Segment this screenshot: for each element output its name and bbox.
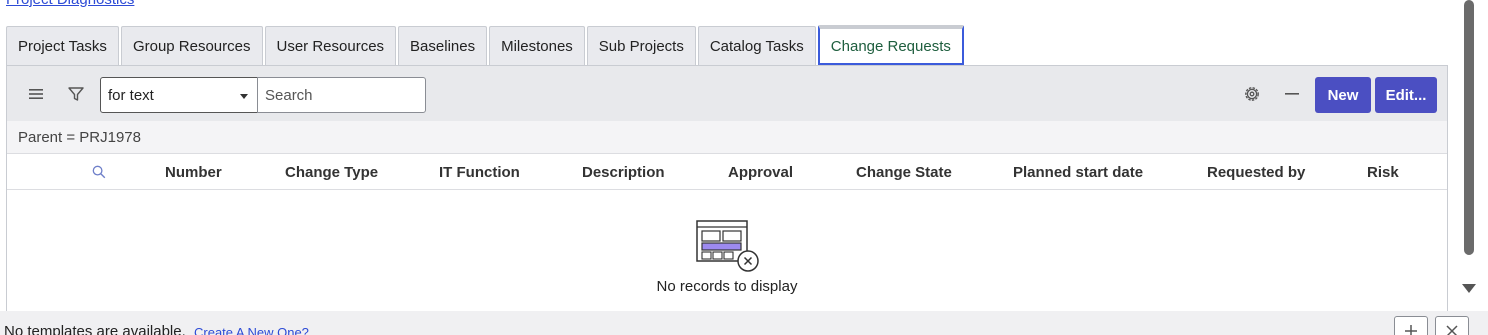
change-requests-panel: for text Search New Edit... Parent = PRJ… [6, 65, 1448, 315]
filter-condition[interactable]: Parent = PRJ1978 [18, 129, 141, 146]
page-scrollbar[interactable] [1462, 0, 1476, 300]
project-diagnostics-link[interactable]: Project Diagnostics [6, 0, 134, 8]
search-input[interactable]: Search [257, 77, 426, 113]
column-header-number[interactable]: Number [165, 154, 222, 190]
search-placeholder: Search [265, 86, 313, 104]
hamburger-icon[interactable] [25, 83, 47, 105]
tab-baselines[interactable]: Baselines [398, 26, 488, 65]
empty-state: No records to display [7, 190, 1447, 316]
tab-change-requests[interactable]: Change Requests [817, 25, 964, 65]
chevron-down-icon [240, 94, 248, 99]
table-header: Number Change Type IT Function Descripti… [7, 154, 1447, 190]
column-header-requested-by[interactable]: Requested by [1207, 154, 1305, 190]
edit-button[interactable]: Edit... [1375, 77, 1437, 113]
column-header-change-type[interactable]: Change Type [285, 154, 378, 190]
funnel-icon[interactable] [65, 83, 87, 105]
column-header-planned-start-date[interactable]: Planned start date [1013, 154, 1143, 190]
column-header-change-state[interactable]: Change State [856, 154, 952, 190]
gear-icon[interactable] [1241, 83, 1263, 105]
empty-message: No records to display [656, 278, 798, 295]
no-templates-text: No templates are available. [4, 323, 186, 335]
magnifier-icon[interactable] [92, 154, 106, 190]
scroll-down-arrow-icon[interactable] [1462, 284, 1476, 293]
plus-icon[interactable] [1394, 316, 1428, 335]
scrollbar-thumb[interactable] [1464, 0, 1474, 255]
column-header-description[interactable]: Description [582, 154, 665, 190]
tab-project-tasks[interactable]: Project Tasks [6, 26, 119, 65]
search-field-select[interactable]: for text [100, 77, 258, 113]
close-icon[interactable] [1435, 316, 1469, 335]
tab-user-resources[interactable]: User Resources [264, 26, 397, 65]
list-toolbar: for text Search New Edit... [7, 66, 1447, 121]
template-bar: No templates are available. Create A New… [0, 311, 1488, 335]
search-field-select-value: for text [108, 86, 154, 104]
new-button[interactable]: New [1315, 77, 1371, 113]
create-template-link[interactable]: Create A New One? [194, 325, 309, 335]
column-header-risk[interactable]: Risk [1367, 154, 1399, 190]
tab-milestones[interactable]: Milestones [489, 26, 585, 65]
filter-breadcrumb[interactable]: Parent = PRJ1978 [7, 121, 1447, 154]
no-records-illustration-icon [695, 219, 761, 280]
related-list-tabs: Project Tasks Group Resources User Resou… [6, 25, 966, 65]
minus-icon[interactable] [1281, 83, 1303, 105]
tab-catalog-tasks[interactable]: Catalog Tasks [697, 26, 816, 65]
tab-group-resources[interactable]: Group Resources [120, 26, 263, 65]
column-header-approval[interactable]: Approval [728, 154, 793, 190]
column-header-it-function[interactable]: IT Function [439, 154, 520, 190]
tab-sub-projects[interactable]: Sub Projects [586, 26, 696, 65]
